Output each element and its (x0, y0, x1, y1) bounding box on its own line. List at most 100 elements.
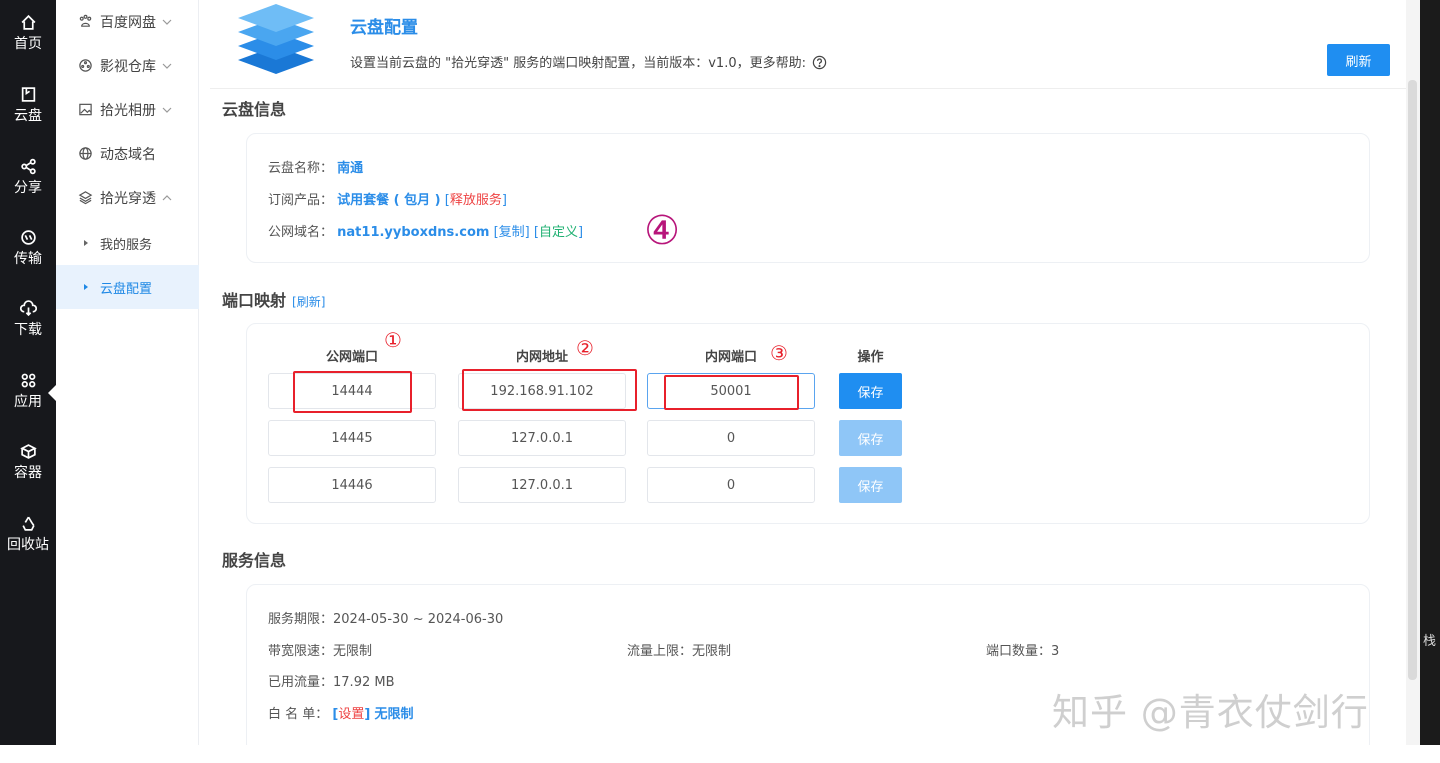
service-period-value: 2024-05-30 ~ 2024-06-30 (333, 612, 504, 627)
scrollbar-thumb[interactable] (1408, 80, 1417, 680)
public-port-input[interactable] (268, 420, 436, 456)
column-header-actions: 操作 (839, 346, 902, 365)
nav-cloud-disk-label: 云盘 (14, 108, 42, 124)
domain-row: 公网域名： nat11.yyboxdns.com [复制] [自定义] (268, 221, 583, 240)
app-logo-icon (238, 4, 314, 74)
release-service-link[interactable]: 释放服务 (450, 193, 502, 208)
annotation-mark-3: ③ (770, 341, 788, 365)
chevron-up-icon (162, 193, 172, 203)
highlight-box-lan-address (462, 369, 637, 411)
public-port-input[interactable] (268, 467, 436, 503)
nav-cloud-disk[interactable]: 云盘 (0, 78, 56, 134)
sidebar-subitem-disk-config[interactable]: 云盘配置 (56, 265, 199, 309)
nav-container[interactable]: 容器 (0, 435, 56, 491)
port-mapping-refresh-link[interactable]: [刷新] (292, 295, 325, 309)
sidebar-item-film-library[interactable]: 影视仓库 (56, 44, 199, 88)
annotation-mark-2: ② (576, 336, 594, 360)
sidebar-item-photo-album[interactable]: 拾光相册 (56, 88, 199, 132)
nav-download[interactable]: 下载 (0, 292, 56, 348)
nav-container-label: 容器 (14, 465, 42, 481)
nav-share[interactable]: 分享 (0, 150, 56, 206)
sidebar-item-label: 拾光穿透 (100, 191, 156, 207)
port-mapping-title: 端口映射 [刷新] (222, 287, 325, 311)
lan-port-input[interactable] (647, 467, 815, 503)
lan-address-input[interactable] (458, 420, 626, 456)
transfer-icon (0, 229, 56, 249)
disk-name-value: 南通 (337, 161, 364, 176)
whitelist-label: 白 名 单： (268, 707, 329, 722)
sidebar-subitem-my-services[interactable]: 我的服务 (56, 221, 199, 265)
nav-download-label: 下载 (14, 322, 42, 338)
subscription-row: 订阅产品： 试用套餐 ( 包月 ) [释放服务] (268, 189, 507, 208)
chevron-down-icon (162, 17, 172, 27)
service-period-row: 服务期限：2024-05-30 ~ 2024-06-30 (268, 608, 503, 627)
bandwidth-row: 带宽限速：无限制 (268, 640, 372, 659)
sidebar-item-baidu-netdisk[interactable]: 百度网盘 (56, 0, 199, 44)
custom-domain-link[interactable]: 自定义 (539, 225, 578, 240)
column-header-label: 内网地址 (515, 350, 568, 365)
port-mapping-title-text: 端口映射 (222, 291, 287, 310)
caret-right-icon (84, 240, 88, 246)
copy-domain-link[interactable]: 复制 (499, 225, 525, 240)
domain-value: nat11.yyboxdns.com (337, 225, 490, 240)
app-sidebar: 百度网盘 影视仓库 拾光相册 动态域名 拾光穿透 我的服务 云盘配置 (56, 0, 199, 745)
photo-icon (78, 102, 94, 118)
whitelist-settings-link[interactable]: 设置 (338, 707, 364, 722)
highlight-box-public-port (293, 371, 412, 413)
globe-icon (78, 146, 94, 162)
column-header-label: 操作 (857, 350, 884, 365)
app-window: 首页 云盘 分享 传输 下载 应用 容器 回收站 百度网盘 影视仓库 拾光相册 … (0, 0, 1440, 763)
film-reel-icon (78, 58, 94, 74)
subscription-value: 试用套餐 ( 包月 ) (337, 193, 441, 208)
port-count-row: 端口数量：3 (986, 640, 1059, 659)
lan-address-input[interactable] (458, 467, 626, 503)
traffic-cap-value: 无限制 (692, 644, 732, 659)
column-header-public-port: 公网端口 (268, 346, 436, 365)
save-button[interactable]: 保存 (839, 373, 902, 409)
bottom-strip (0, 745, 1440, 763)
used-traffic-label: 已用流量： (268, 675, 334, 690)
nav-transfer-label: 传输 (14, 251, 42, 267)
annotation-mark-1: ① (384, 328, 402, 352)
save-button-disabled[interactable]: 保存 (839, 467, 902, 503)
sidebar-subitem-label: 云盘配置 (100, 281, 153, 297)
refresh-button[interactable]: 刷新 (1327, 44, 1390, 76)
share-icon (0, 158, 56, 178)
save-button-disabled[interactable]: 保存 (839, 420, 902, 456)
annotation-mark-4: ④ (644, 208, 680, 254)
page-description-text: 设置当前云盘的 "拾光穿透" 服务的端口映射配置，当前版本：v1.0，更多帮助: (350, 56, 806, 71)
sidebar-item-label: 拾光相册 (100, 103, 156, 119)
right-edge-text: 栈 (1423, 634, 1437, 649)
page-description: 设置当前云盘的 "拾光穿透" 服务的端口映射配置，当前版本：v1.0，更多帮助: (350, 52, 827, 74)
traffic-cap-row: 流量上限：无限制 (627, 640, 731, 659)
nav-transfer[interactable]: 传输 (0, 221, 56, 277)
page-title: 云盘配置 (350, 18, 418, 38)
sidebar-item-penetration[interactable]: 拾光穿透 (56, 176, 199, 220)
chevron-down-icon (162, 61, 172, 71)
port-count-value: 3 (1051, 644, 1060, 659)
whitelist-row: 白 名 单： [设置] 无限制 (268, 703, 413, 722)
nav-recycle-label: 回收站 (7, 537, 49, 553)
help-icon[interactable] (812, 55, 827, 74)
caret-right-icon (84, 284, 88, 290)
lan-port-input[interactable] (647, 420, 815, 456)
nav-home[interactable]: 首页 (0, 6, 56, 62)
nav-recycle[interactable]: 回收站 (0, 507, 56, 563)
service-period-label: 服务期限： (268, 612, 334, 627)
column-header-label: 内网端口 (704, 350, 757, 365)
watermark-text: 知乎 @青衣仗剑行 (1052, 691, 1369, 734)
column-header-lan-port: 内网端口 (647, 346, 815, 365)
sidebar-item-label: 影视仓库 (100, 59, 156, 75)
home-icon (0, 14, 56, 34)
sidebar-item-ddns[interactable]: 动态域名 (56, 132, 199, 176)
nav-home-label: 首页 (14, 36, 42, 52)
container-icon (0, 443, 56, 463)
chevron-down-icon (162, 105, 172, 115)
download-icon (0, 300, 56, 320)
main-nav-rail: 首页 云盘 分享 传输 下载 应用 容器 回收站 (0, 0, 56, 745)
bracket-close: ] (501, 193, 507, 208)
port-count-label: 端口数量： (986, 644, 1052, 659)
service-info-title: 服务信息 (222, 551, 287, 570)
subscription-label: 订阅产品： (268, 193, 334, 208)
bracket-close: ] (364, 707, 371, 722)
